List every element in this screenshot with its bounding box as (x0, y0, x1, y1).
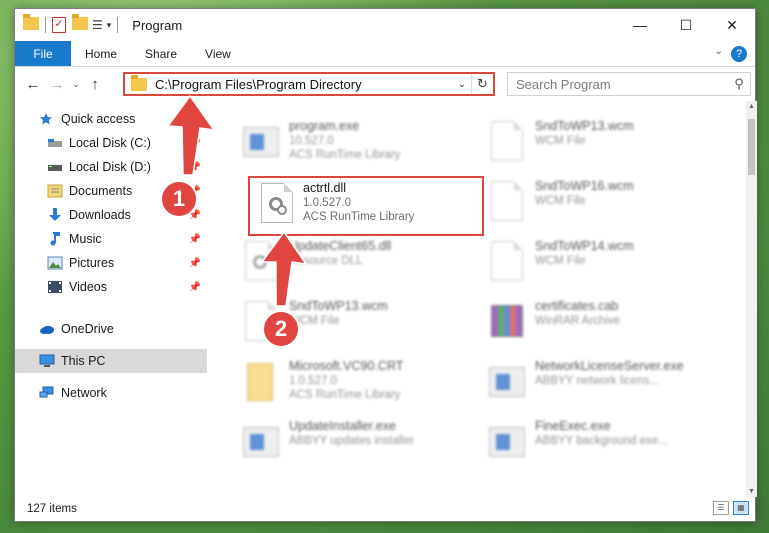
star-icon (39, 112, 55, 126)
document-icon (487, 181, 527, 225)
file-item-updateclient65-dll[interactable]: UpdateClient65.dll Resource DLL (235, 235, 480, 293)
file-item-certificates-cab[interactable]: certificates.cab WinRAR Archive (481, 295, 726, 353)
sidebar-item-videos[interactable]: Videos 📌 (15, 275, 207, 299)
tab-view[interactable]: View (191, 41, 245, 66)
folder-doc-icon (241, 361, 281, 405)
document-icon (487, 241, 527, 285)
sidebar-item-quick-access[interactable]: Quick access (15, 107, 207, 131)
divider (45, 17, 46, 33)
address-dropdown-icon[interactable]: ⌄ (453, 79, 471, 90)
explorer-window: ✓ ☰ ▾ Program — ☐ ✕ File Home Share View… (14, 8, 757, 522)
document-icon (487, 121, 527, 165)
sidebar-item-music[interactable]: Music 📌 (15, 227, 207, 251)
properties-check-icon[interactable]: ✓ (52, 17, 66, 33)
sidebar-item-network[interactable]: Network (15, 381, 207, 405)
ribbon-tabs: File Home Share View ⌄ ? (15, 41, 755, 67)
file-item-program-exe[interactable]: program.exe 10.527.0 ACS RunTime Library (235, 115, 480, 173)
customize-quick-access-icon[interactable]: ▾ (107, 20, 112, 31)
sidebar-item-onedrive[interactable]: OneDrive (15, 317, 207, 341)
scroll-up-icon[interactable]: ▲ (746, 103, 757, 110)
scroll-thumb[interactable] (748, 119, 755, 175)
title-bar: ✓ ☰ ▾ Program — ☐ ✕ (15, 9, 755, 41)
vertical-scrollbar[interactable]: ▲ ▼ (746, 101, 757, 497)
divider (117, 17, 119, 33)
pin-icon[interactable]: 📌 (187, 234, 203, 245)
window-title: Program (132, 17, 183, 33)
exe-icon (241, 121, 281, 165)
sidebar-item-pictures[interactable]: Pictures 📌 (15, 251, 207, 275)
minimize-button[interactable]: — (617, 9, 663, 41)
exe-icon (487, 421, 527, 465)
search-box[interactable]: Search Program ⚲ (507, 72, 751, 96)
pin-icon[interactable]: 📌 (187, 138, 203, 149)
tab-share[interactable]: Share (131, 41, 191, 66)
step-badge-2: 2 (262, 310, 300, 348)
this-pc-icon (39, 354, 55, 368)
help-icon[interactable]: ? (731, 46, 747, 62)
refresh-icon[interactable]: ↻ (471, 74, 493, 94)
maximize-button[interactable]: ☐ (663, 9, 709, 41)
archive-icon (487, 301, 527, 345)
scroll-down-icon[interactable]: ▼ (746, 488, 757, 495)
file-item-microsoft-vc90-crt[interactable]: Microsoft.VC90.CRT 1.0.527.0 ACS RunTime L… (235, 355, 480, 413)
sidebar-item-local-disk-c[interactable]: Local Disk (C:) 📌 (15, 131, 207, 155)
navigation-pane: Quick access Local Disk (C:) 📌 Local Dis… (15, 107, 209, 497)
pin-icon[interactable]: 📌 (187, 258, 203, 269)
close-button[interactable]: ✕ (709, 9, 755, 41)
sidebar-item-local-disk-d[interactable]: Local Disk (D:) 📌 (15, 155, 207, 179)
network-icon (39, 386, 55, 400)
properties-list-icon[interactable]: ☰ (92, 18, 103, 32)
folder-icon (131, 74, 147, 91)
music-icon (47, 232, 63, 246)
new-folder-icon[interactable] (72, 14, 88, 33)
details-view-icon[interactable]: ☰ (713, 501, 729, 515)
file-item-sndtowp14-wcm[interactable]: SndToWP14.wcm WCM File (481, 235, 726, 293)
file-list: program.exe 10.527.0 ACS RunTime Library S… (211, 101, 746, 497)
expand-ribbon-icon[interactable]: ⌄ (715, 46, 723, 57)
file-item-sndtowp16-wcm[interactable]: SndToWP16.wcm WCM File (481, 175, 726, 233)
recent-locations-icon[interactable]: ⌄ (69, 79, 83, 90)
tab-home[interactable]: Home (71, 41, 131, 66)
highlight-frame (248, 176, 484, 236)
navigation-bar: ← → ⌄ ↑ C:\Program Files\Program Directo… (15, 67, 755, 101)
address-bar[interactable]: C:\Program Files\Program Directory ⌄ ↻ (123, 72, 495, 96)
file-item-sndtowp13-wcm[interactable]: SndToWP13.wcm WCM File (481, 115, 726, 173)
onedrive-icon (39, 322, 55, 336)
address-path[interactable]: C:\Program Files\Program Directory (155, 77, 453, 92)
file-item-networklicenseserver-exe[interactable]: NetworkLicenseServer.exe ABBYY network li… (481, 355, 726, 413)
search-input[interactable]: Search Program (516, 77, 728, 92)
drive-icon (47, 136, 63, 150)
pin-icon[interactable]: 📌 (187, 282, 203, 293)
videos-icon (47, 280, 63, 294)
drive-icon (47, 160, 63, 174)
downloads-icon (47, 208, 63, 222)
item-count: 127 items (27, 503, 77, 515)
window-controls: — ☐ ✕ (617, 9, 755, 41)
view-switcher: ☰ ▦ (713, 501, 749, 515)
exe-icon (241, 421, 281, 465)
file-item-updateinstaller-exe[interactable]: UpdateInstaller.exe ABBYY updates install… (235, 415, 480, 473)
sidebar-item-this-pc[interactable]: This PC (15, 349, 207, 373)
step-badge-1: 1 (160, 180, 198, 218)
dll-gear-icon (241, 241, 281, 285)
exe-icon (487, 361, 527, 405)
tiles-view-icon[interactable]: ▦ (733, 501, 749, 515)
documents-icon (47, 184, 63, 198)
pin-icon[interactable]: 📌 (187, 162, 203, 173)
back-button[interactable]: ← (21, 76, 45, 93)
search-icon[interactable]: ⚲ (728, 76, 750, 92)
tab-file[interactable]: File (15, 41, 71, 66)
file-item-fineexec-exe[interactable]: FineExec.exe ABBYY background exe... (481, 415, 726, 473)
folder-icon[interactable] (23, 14, 39, 33)
forward-button[interactable]: → (45, 76, 69, 93)
status-bar: 127 items ☰ ▦ (15, 497, 755, 521)
up-button[interactable]: ↑ (83, 76, 107, 93)
pictures-icon (47, 256, 63, 270)
